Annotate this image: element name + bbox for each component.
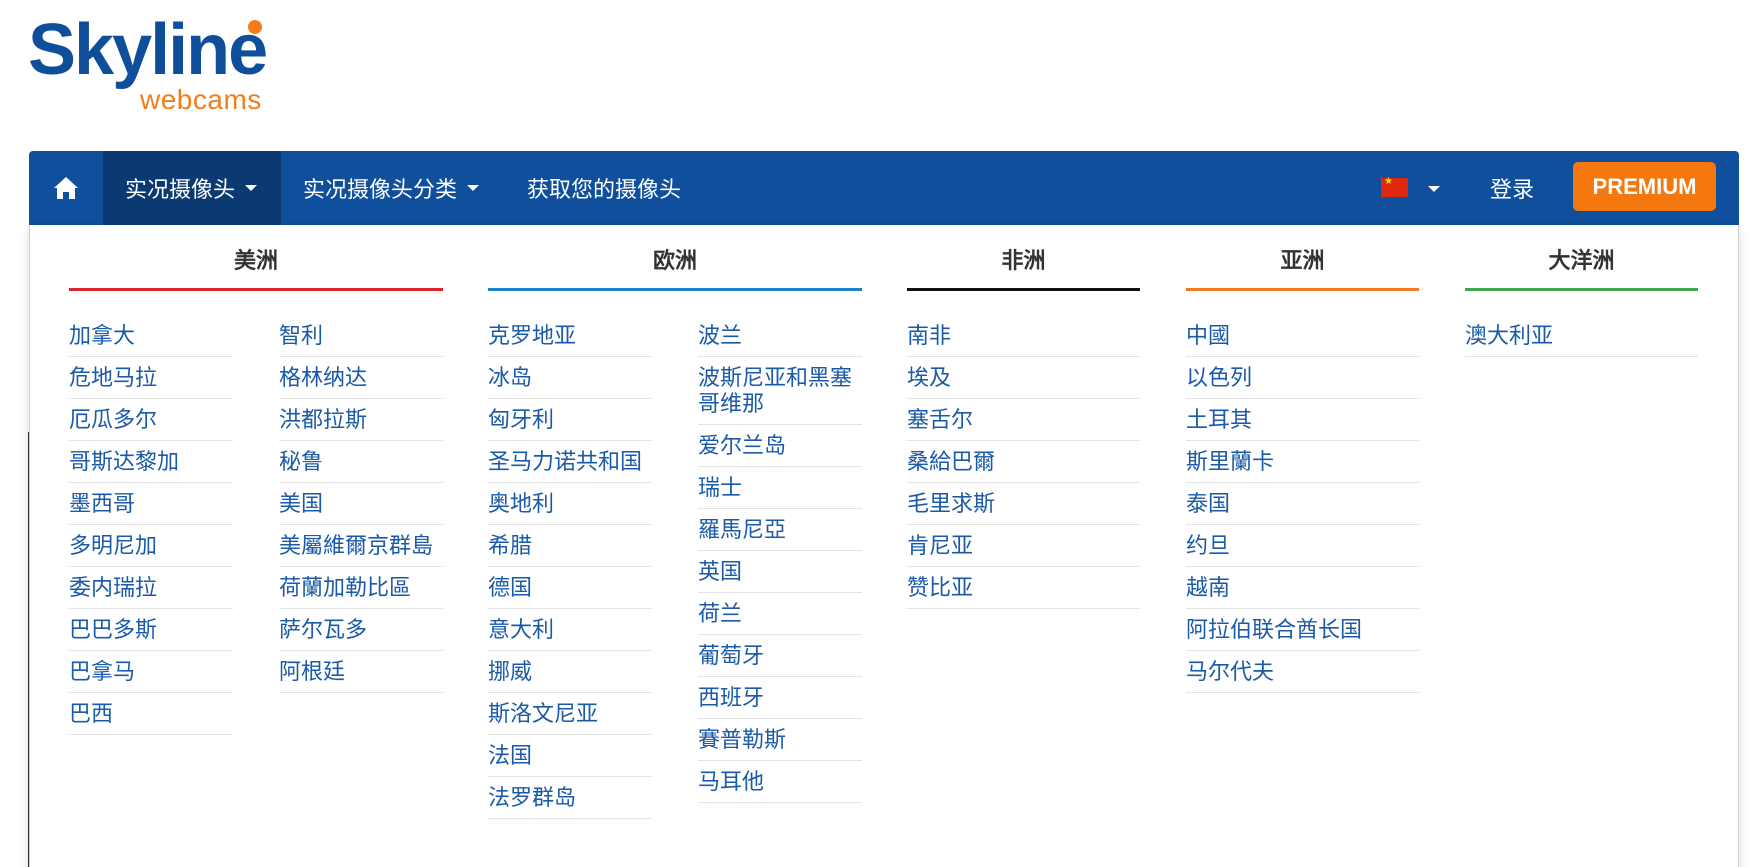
- country-link[interactable]: 洪都拉斯: [279, 399, 443, 441]
- country-link[interactable]: 爱尔兰岛: [698, 425, 862, 467]
- country-link[interactable]: 挪威: [488, 651, 652, 693]
- country-link[interactable]: 智利: [279, 315, 443, 357]
- region-title: 亚洲: [1280, 249, 1325, 274]
- country-link[interactable]: 阿根廷: [279, 651, 443, 693]
- country-link[interactable]: 埃及: [907, 357, 1140, 399]
- country-column: 加拿大 危地马拉 厄瓜多尔 哥斯达黎加 墨西哥 多明尼加 委内瑞拉 巴巴多斯 巴拿马 巴西: [69, 315, 233, 735]
- country-link[interactable]: 希腊: [488, 525, 652, 567]
- country-link[interactable]: 桑給巴爾: [907, 441, 1140, 483]
- country-link[interactable]: 斯洛文尼亚: [488, 693, 652, 735]
- country-link[interactable]: 危地马拉: [69, 357, 233, 399]
- region-underline: [488, 288, 862, 291]
- country-link[interactable]: 墨西哥: [69, 483, 233, 525]
- country-link[interactable]: 萨尔瓦多: [279, 609, 443, 651]
- region-underline: [1186, 288, 1419, 291]
- region-underline: [69, 288, 443, 291]
- country-link[interactable]: 波斯尼亚和黑塞哥维那: [698, 357, 862, 425]
- country-link[interactable]: 约旦: [1186, 525, 1419, 567]
- nav-categories[interactable]: 实况摄像头分类: [303, 151, 480, 225]
- country-column: 澳大利亚: [1465, 315, 1698, 357]
- country-link[interactable]: 英国: [698, 551, 862, 593]
- logo-wordmark: Skyline: [28, 10, 268, 90]
- country-column: 中國 以色列 土耳其 斯里蘭卡 泰国 约旦 越南 阿拉伯联合酋长国 马尔代夫: [1186, 315, 1419, 693]
- home-button[interactable]: [29, 151, 103, 225]
- country-link[interactable]: 賽普勒斯: [698, 719, 862, 761]
- country-link[interactable]: 美屬維爾京群島: [279, 525, 443, 567]
- logo-subtitle: webcams: [140, 84, 262, 115]
- country-column: 波兰 波斯尼亚和黑塞哥维那 爱尔兰岛 瑞士 羅馬尼亞 英国 荷兰 葡萄牙 西班牙 賽普勒斯 马耳他: [698, 315, 862, 803]
- country-link[interactable]: 意大利: [488, 609, 652, 651]
- skyline-logo[interactable]: Skyline webcams: [28, 14, 288, 115]
- country-link[interactable]: 克罗地亚: [488, 315, 652, 357]
- country-link[interactable]: 波兰: [698, 315, 862, 357]
- country-link[interactable]: 中國: [1186, 315, 1419, 357]
- home-icon: [54, 177, 78, 199]
- language-flag-icon[interactable]: ★: [1381, 176, 1408, 197]
- country-link[interactable]: 美国: [279, 483, 443, 525]
- country-link[interactable]: 荷蘭加勒比區: [279, 567, 443, 609]
- country-link[interactable]: 澳大利亚: [1465, 315, 1698, 357]
- premium-button[interactable]: PREMIUM: [1573, 162, 1716, 211]
- country-link[interactable]: 南非: [907, 315, 1140, 357]
- country-link[interactable]: 哥斯达黎加: [69, 441, 233, 483]
- country-link[interactable]: 葡萄牙: [698, 635, 862, 677]
- language-chevron-down-icon[interactable]: [1428, 186, 1440, 192]
- country-link[interactable]: 赞比亚: [907, 567, 1140, 609]
- country-column: 南非 埃及 塞舌尔 桑給巴爾 毛里求斯 肯尼亚 赞比亚: [907, 315, 1140, 609]
- login-link[interactable]: 登录: [1490, 151, 1534, 225]
- country-link[interactable]: 羅馬尼亞: [698, 509, 862, 551]
- country-link[interactable]: 瑞士: [698, 467, 862, 509]
- region-underline: [1465, 288, 1698, 291]
- country-link[interactable]: 格林纳达: [279, 357, 443, 399]
- country-link[interactable]: 冰岛: [488, 357, 652, 399]
- country-link[interactable]: 厄瓜多尔: [69, 399, 233, 441]
- chevron-down-icon: [245, 185, 258, 191]
- country-link[interactable]: 奥地利: [488, 483, 652, 525]
- flag-star-icon: ★: [1384, 176, 1393, 187]
- country-link[interactable]: 越南: [1186, 567, 1419, 609]
- country-link[interactable]: 法国: [488, 735, 652, 777]
- country-link[interactable]: 德国: [488, 567, 652, 609]
- country-link[interactable]: 法罗群岛: [488, 777, 652, 819]
- country-column: 智利 格林纳达 洪都拉斯 秘鲁 美国 美屬維爾京群島 荷蘭加勒比區 萨尔瓦多 阿根廷: [279, 315, 443, 693]
- country-link[interactable]: 马尔代夫: [1186, 651, 1419, 693]
- country-link[interactable]: 肯尼亚: [907, 525, 1140, 567]
- country-link[interactable]: 阿拉伯联合酋长国: [1186, 609, 1419, 651]
- login-label: 登录: [1490, 178, 1535, 203]
- region-title: 欧洲: [652, 249, 697, 274]
- region-title: 非洲: [1001, 249, 1046, 274]
- main-navbar: 实况摄像头 实况摄像头分类 获取您的摄像头 ★ 登录 PREMIUM: [29, 151, 1739, 225]
- region-title: 美洲: [233, 249, 278, 274]
- country-link[interactable]: 泰国: [1186, 483, 1419, 525]
- country-link[interactable]: 加拿大: [69, 315, 233, 357]
- nav-categories-label: 实况摄像头分类: [303, 178, 458, 203]
- nav-live-cams-label: 实况摄像头: [125, 178, 236, 203]
- country-link[interactable]: 土耳其: [1186, 399, 1419, 441]
- logo-dot: [248, 20, 262, 34]
- country-link[interactable]: 巴拿马: [69, 651, 233, 693]
- country-link[interactable]: 巴巴多斯: [69, 609, 233, 651]
- region-title: 大洋洲: [1548, 249, 1615, 274]
- country-link[interactable]: 秘鲁: [279, 441, 443, 483]
- nav-get-cam-label: 获取您的摄像头: [527, 178, 682, 203]
- country-link[interactable]: 委内瑞拉: [69, 567, 233, 609]
- country-link[interactable]: 马耳他: [698, 761, 862, 803]
- country-link[interactable]: 塞舌尔: [907, 399, 1140, 441]
- nav-live-cams[interactable]: 实况摄像头: [103, 151, 281, 225]
- country-column: 克罗地亚 冰岛 匈牙利 圣马力诺共和国 奥地利 希腊 德国 意大利 挪威 斯洛文尼亚 法国 法罗群岛: [488, 315, 652, 819]
- live-cams-dropdown: 美洲 加拿大 危地马拉 厄瓜多尔 哥斯达黎加 墨西哥 多明尼加 委内瑞拉 巴巴多斯 巴拿马 巴西 …: [29, 225, 1739, 867]
- nav-get-cam[interactable]: 获取您的摄像头: [527, 151, 681, 225]
- country-link[interactable]: 圣马力诺共和国: [488, 441, 652, 483]
- country-link[interactable]: 多明尼加: [69, 525, 233, 567]
- country-link[interactable]: 匈牙利: [488, 399, 652, 441]
- country-link[interactable]: 巴西: [69, 693, 233, 735]
- country-link[interactable]: 以色列: [1186, 357, 1419, 399]
- region-underline: [907, 288, 1140, 291]
- country-link[interactable]: 毛里求斯: [907, 483, 1140, 525]
- country-link[interactable]: 西班牙: [698, 677, 862, 719]
- chevron-down-icon: [467, 185, 480, 191]
- country-link[interactable]: 斯里蘭卡: [1186, 441, 1419, 483]
- country-link[interactable]: 荷兰: [698, 593, 862, 635]
